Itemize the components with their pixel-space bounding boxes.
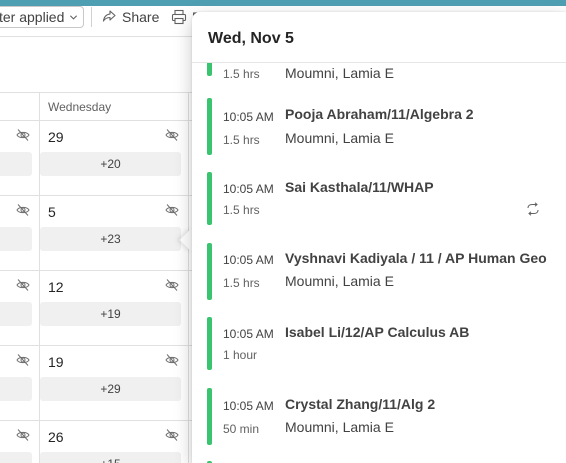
week-divider (0, 420, 200, 421)
share-label: Share (122, 9, 160, 25)
day-number[interactable]: 26 (48, 429, 64, 445)
event-duration: 1.5 hrs (223, 276, 260, 290)
eye-off-icon[interactable] (165, 203, 179, 217)
filter-label: ter applied (0, 9, 65, 25)
event-duration: 50 min (223, 422, 260, 436)
event-item[interactable]: 1.5 hrs Moumni, Lamia E (192, 63, 566, 83)
column-header-wednesday: Wednesday (48, 100, 112, 114)
more-events-chip[interactable]: +15 (40, 452, 181, 463)
toolbar-separator (91, 7, 92, 27)
print-icon (171, 9, 187, 25)
event-item[interactable]: 10:05 AM Pooja Abraham/11/Algebra 2 1.5 … (192, 98, 566, 158)
event-duration: 1.5 hrs (223, 203, 260, 217)
week-divider (0, 345, 200, 346)
event-color-bar (207, 317, 212, 370)
event-title: Sai Kasthala/11/WHAP (285, 179, 434, 195)
eye-off-icon[interactable] (165, 428, 179, 442)
event-time: 10:05 AM (223, 253, 274, 267)
eye-off-icon[interactable] (165, 278, 179, 292)
filter-applied-button[interactable]: ter applied (0, 6, 84, 28)
event-title: Pooja Abraham/11/Algebra 2 (285, 106, 474, 122)
eye-off-icon[interactable] (16, 203, 30, 217)
event-item[interactable]: 10:05 AM Isabel Li/12/AP Calculus AB 1 h… (192, 317, 566, 373)
event-time: 10:05 AM (223, 399, 274, 413)
eye-off-icon[interactable] (16, 128, 30, 142)
eye-off-icon[interactable] (165, 128, 179, 142)
event-organizer: Moumni, Lamia E (285, 65, 394, 81)
column-divider (188, 92, 189, 463)
week-divider (0, 270, 200, 271)
week-divider (0, 195, 200, 196)
more-events-chip[interactable] (0, 302, 32, 326)
event-duration: 1.5 hrs (223, 133, 260, 147)
event-item[interactable]: 10:05 AM Sai Kasthala/11/WHAP 1.5 hrs (192, 172, 566, 228)
event-organizer: Moumni, Lamia E (285, 273, 394, 289)
column-divider (39, 92, 40, 463)
event-color-bar (207, 172, 212, 225)
more-events-chip[interactable] (0, 377, 32, 401)
eye-off-icon[interactable] (16, 353, 30, 367)
day-number[interactable]: 19 (48, 354, 64, 370)
event-item[interactable]: 10:05 AM Vyshnavi Kadiyala / 11 / AP Hum… (192, 243, 566, 303)
day-number[interactable]: 12 (48, 279, 64, 295)
more-events-chip[interactable]: +20 (40, 152, 181, 176)
more-events-chip[interactable] (0, 227, 32, 251)
more-events-chip[interactable]: +29 (40, 377, 181, 401)
event-title: Crystal Zhang/11/Alg 2 (285, 396, 436, 412)
event-title: Vyshnavi Kadiyala / 11 / AP Human Geo (285, 250, 547, 266)
event-color-bar (207, 98, 212, 155)
event-time: 10:05 AM (223, 327, 274, 341)
event-time: 10:05 AM (223, 110, 274, 124)
event-title: Isabel Li/12/AP Calculus AB (285, 324, 470, 340)
event-organizer: Moumni, Lamia E (285, 419, 394, 435)
repeat-icon (527, 202, 539, 216)
share-icon (102, 10, 116, 22)
event-list: 1.5 hrs Moumni, Lamia E 10:05 AM Pooja A… (192, 63, 566, 463)
day-events-popover: Wed, Nov 5 1.5 hrs Moumni, Lamia E 10:05… (192, 12, 566, 463)
event-duration: 1.5 hrs (223, 67, 260, 81)
more-events-chip[interactable]: +19 (40, 302, 181, 326)
event-color-bar (207, 388, 212, 445)
eye-off-icon[interactable] (16, 428, 30, 442)
day-number[interactable]: 5 (48, 204, 56, 220)
more-events-chip[interactable]: +23 (40, 227, 181, 251)
event-time: 10:05 AM (223, 182, 274, 196)
event-duration: 1 hour (223, 348, 258, 362)
share-button[interactable]: Share (101, 6, 159, 28)
event-organizer: Moumni, Lamia E (285, 130, 394, 146)
event-item[interactable]: 10:05 AM Crystal Zhang/11/Alg 2 50 min M… (192, 388, 566, 448)
event-color-bar (207, 63, 212, 76)
popover-title: Wed, Nov 5 (208, 30, 294, 47)
day-number[interactable]: 29 (48, 129, 64, 145)
eye-off-icon[interactable] (165, 353, 179, 367)
week-divider (0, 120, 200, 121)
chevron-down-icon (69, 15, 78, 20)
more-events-chip[interactable] (0, 152, 32, 176)
more-events-chip[interactable] (0, 452, 32, 463)
eye-off-icon[interactable] (16, 278, 30, 292)
event-color-bar (207, 243, 212, 300)
